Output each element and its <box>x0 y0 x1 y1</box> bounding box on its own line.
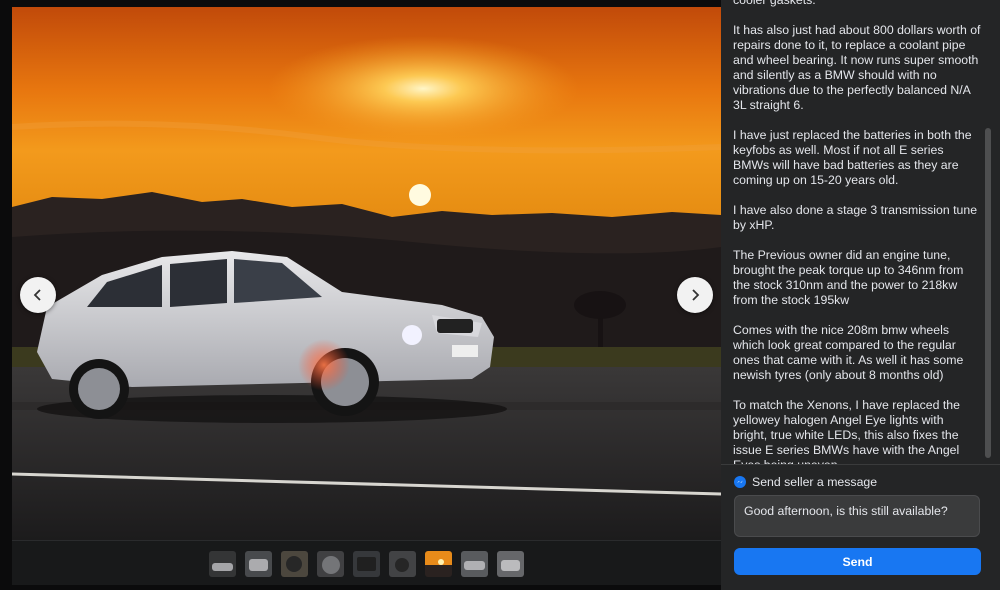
thumbnail-6[interactable] <box>389 550 416 577</box>
thumbnail-2[interactable] <box>245 550 272 577</box>
chevron-left-icon <box>33 289 41 301</box>
chevron-right-icon <box>692 289 700 301</box>
description-paragraph: I have just replaced the batteries in bo… <box>733 128 972 187</box>
next-photo-button[interactable] <box>677 277 713 313</box>
description-paragraph: To match the Xenons, I have replaced the… <box>733 398 960 464</box>
thumbnail-8[interactable] <box>461 550 488 577</box>
message-heading: Send seller a message <box>752 475 878 489</box>
listing-detail-panel: cooler gaskets. It has also just had abo… <box>721 0 1000 590</box>
message-seller-header: Send seller a message <box>734 475 877 489</box>
thumbnail-9[interactable] <box>497 550 524 577</box>
thumbnail-1[interactable] <box>209 550 236 577</box>
divider <box>721 464 1000 465</box>
listing-photo <box>12 7 721 540</box>
description-paragraph: I have also done a stage 3 transmission … <box>733 203 978 232</box>
thumbnail-5[interactable] <box>353 550 380 577</box>
description-paragraph: It has also just had about 800 dollars w… <box>733 23 981 112</box>
description-paragraph: The Previous owner did an engine tune, b… <box>733 248 964 307</box>
messenger-icon <box>734 476 746 488</box>
thumbnail-7[interactable] <box>425 550 452 577</box>
thumbnail-4[interactable] <box>317 550 344 577</box>
description-paragraph: cooler gaskets. <box>733 0 816 7</box>
description-paragraph: Comes with the nice 208m bmw wheels whic… <box>733 323 964 382</box>
send-button[interactable]: Send <box>734 548 981 575</box>
listing-description: cooler gaskets. It has also just had abo… <box>733 0 981 464</box>
photo-viewer <box>12 7 721 585</box>
description-scrollbar[interactable] <box>985 128 991 458</box>
previous-photo-button[interactable] <box>20 277 56 313</box>
message-input[interactable]: Good afternoon, is this still available? <box>734 495 980 537</box>
thumbnail-3[interactable] <box>281 550 308 577</box>
thumbnail-strip <box>12 540 721 585</box>
